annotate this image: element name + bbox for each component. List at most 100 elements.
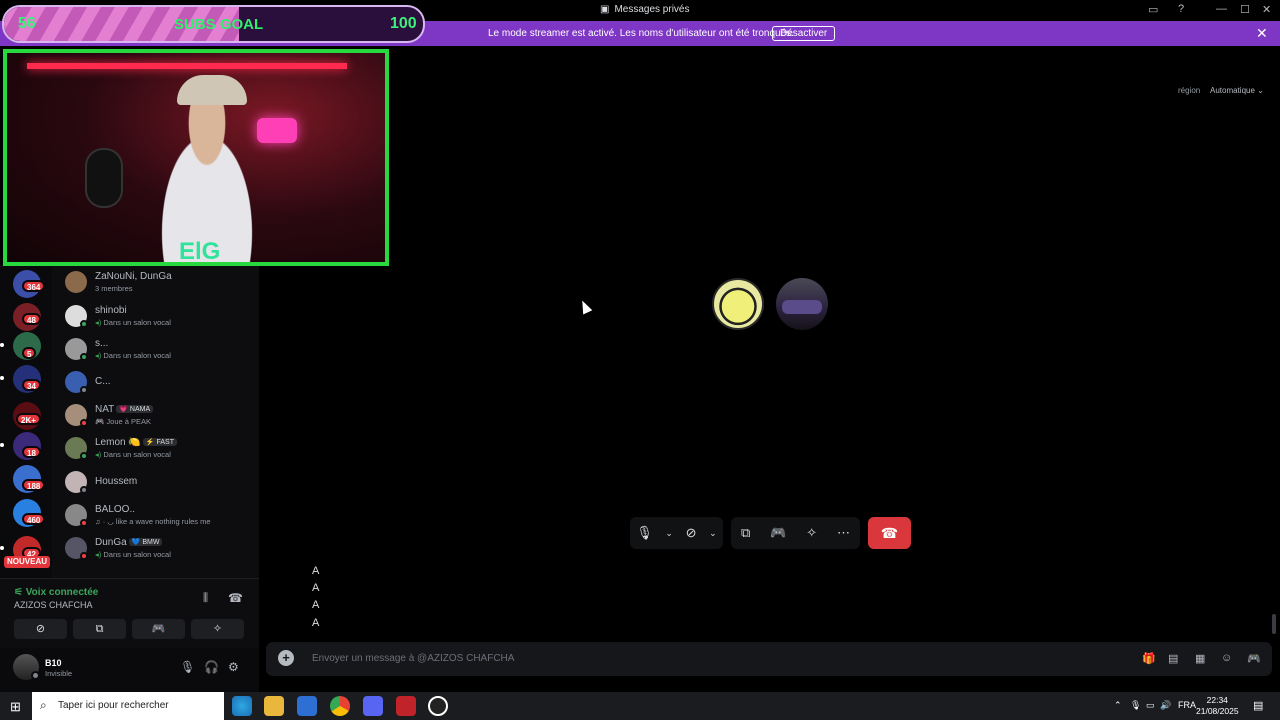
disable-streamer-button[interactable]: Désactiver (772, 26, 836, 41)
clan-tag: 💙 BMW (128, 538, 163, 546)
webcam-overlay: ElG (3, 49, 389, 266)
headphones-icon[interactable]: 🎧 (204, 660, 219, 674)
store-icon[interactable] (297, 696, 317, 716)
taskbar-search[interactable]: ⌕ Taper ici pour rechercher (32, 692, 224, 720)
unread-indicator (0, 546, 4, 550)
tray-chevron-icon[interactable]: ⌃ (1114, 700, 1122, 711)
close-window-button[interactable]: ✕ (1262, 3, 1271, 16)
dm-item[interactable]: ZaNouNi, DunGa 3 membres (62, 268, 252, 300)
discord-app-icon[interactable] (363, 696, 383, 716)
obs-icon[interactable] (428, 696, 448, 716)
tray-volume-icon[interactable]: 🔊 (1160, 700, 1171, 711)
search-input[interactable]: Taper ici pour rechercher (58, 700, 169, 711)
close-banner-icon[interactable]: ✕ (1256, 25, 1268, 42)
mention-badge: 18 (22, 446, 41, 458)
add-attachment-icon[interactable]: + (278, 650, 294, 666)
noise-suppression-icon[interactable]: ⫼ (203, 592, 208, 605)
unread-indicator (0, 443, 4, 447)
status-indicator (80, 419, 88, 427)
notifications-icon[interactable]: ▤ (1253, 699, 1263, 712)
region-select[interactable]: Automatique ⌄ (1210, 86, 1264, 95)
status-indicator (80, 353, 88, 361)
gamepad-icon[interactable]: 🎮 (770, 525, 786, 541)
minimize-button[interactable]: — (1216, 3, 1227, 15)
status-indicator (80, 320, 88, 328)
status-indicator (80, 519, 88, 527)
mention-badge: 460 (22, 513, 46, 525)
message-input[interactable]: Envoyer un message à @AZIZOS CHAFCHA (312, 653, 514, 664)
inbox-icon[interactable]: ▭ (1148, 3, 1158, 16)
banner-message: Le mode streamer est activé. Les noms d'… (488, 28, 794, 39)
subs-goal-bar: 56 SUBS GOAL 100 (2, 5, 425, 43)
message-text: A (312, 565, 320, 577)
cap-shape (177, 75, 247, 105)
signal-icon: ⚟ (14, 587, 26, 598)
edge-icon[interactable] (232, 696, 252, 716)
screen-share-button[interactable]: ⧉ (73, 619, 126, 639)
user-status: Invisible (45, 669, 73, 678)
new-badge: NOUVEAU (4, 556, 51, 568)
activity-controls: ⧉ 🎮 ✧ ⋯ (731, 517, 860, 549)
scrollbar[interactable] (1272, 614, 1276, 634)
taskbar-clock[interactable]: 22:34 21/08/2025 (1196, 695, 1239, 717)
subs-goal-label: SUBS GOAL (174, 16, 264, 33)
dm-item[interactable]: Lemon 🍋 ⚡ FAST ◂) Dans un salon vocal (62, 434, 252, 466)
screen-share-icon[interactable]: ⧉ (741, 525, 750, 541)
voice-status-panel: ⚟ Voix connectée AZIZOS CHAFCHA ⫼ ☎ ⊘ ⧉ … (0, 578, 259, 648)
more-icon[interactable]: ⋯ (837, 525, 850, 541)
sticker-icon[interactable]: ▦ (1195, 652, 1205, 665)
microphone-icon[interactable]: 🎙 (636, 525, 653, 541)
username: B10 (45, 658, 62, 668)
emoji-icon[interactable]: ☺ (1221, 652, 1232, 664)
mention-badge: 48 (22, 313, 41, 325)
discord-icon: ▣ (600, 4, 610, 15)
camera-off-icon[interactable]: ⊘ (686, 525, 697, 541)
chevron-down-icon[interactable]: ⌄ (709, 528, 717, 539)
activity-button[interactable]: 🎮 (132, 619, 185, 639)
soundboard-icon[interactable]: ✧ (806, 525, 817, 541)
hang-up-button[interactable]: ☎ (868, 517, 911, 549)
user-panel: B10 Invisible 🎙 🎧 ⚙ (0, 648, 259, 692)
disconnect-icon[interactable]: ☎ (228, 591, 243, 605)
participant-avatar[interactable] (712, 278, 764, 330)
activities-icon[interactable]: 🎮 (1247, 652, 1261, 665)
camera-toggle-button[interactable]: ⊘ (14, 619, 67, 639)
dm-list: ZaNouNi, DunGa 3 membres shinobi ◂) Dans… (52, 266, 259, 578)
windows-start-icon[interactable]: ⊞ (10, 699, 21, 715)
subs-current: 56 (18, 15, 36, 32)
status-indicator (80, 386, 88, 394)
dm-item[interactable]: s... ◂) Dans un salon vocal (62, 335, 252, 367)
dm-item[interactable]: DunGa 💙 BMW ◂) Dans un salon vocal (62, 534, 252, 566)
maximize-button[interactable]: ☐ (1240, 3, 1250, 16)
unread-indicator (0, 376, 4, 380)
message-composer[interactable]: + Envoyer un message à @AZIZOS CHAFCHA 🎁… (266, 642, 1272, 676)
webcam-logo: ElG (179, 238, 221, 265)
input-language[interactable]: FRA (1178, 700, 1196, 710)
dm-item[interactable]: shinobi ◂) Dans un salon vocal (62, 302, 252, 334)
soundboard-button[interactable]: ✧ (191, 619, 244, 639)
participant-avatar[interactable] (776, 278, 828, 330)
dm-item[interactable]: C... (62, 368, 252, 400)
mention-badge: 34 (22, 379, 41, 391)
dm-item[interactable]: BALOO.. ♫ · ◡ like a wave nothing rules … (62, 501, 252, 533)
help-icon[interactable]: ? (1178, 3, 1184, 15)
voice-channel-name[interactable]: AZIZOS CHAFCHA (14, 600, 93, 610)
status-indicator (80, 452, 88, 460)
taskbar: ⊞ ⌕ Taper ici pour rechercher ⌃ 🎙 ▭ 🔊 FR… (0, 692, 1280, 720)
streaming-app-icon[interactable] (396, 696, 416, 716)
chevron-down-icon[interactable]: ⌄ (665, 528, 673, 539)
chrome-icon[interactable] (330, 696, 350, 716)
microphone-icon[interactable]: 🎙 (180, 660, 195, 674)
gift-icon[interactable]: 🎁 (1142, 652, 1156, 665)
neon-light-strip (27, 63, 347, 69)
tray-mic-icon[interactable]: 🎙 (1130, 700, 1141, 711)
file-explorer-icon[interactable] (264, 696, 284, 716)
gif-icon[interactable]: ▤ (1168, 652, 1178, 665)
clan-tag: 💗 NAMA (116, 405, 154, 413)
dm-item[interactable]: NAT 💗 NAMA 🎮 Joue à PEAK (62, 401, 252, 433)
studio-microphone (85, 148, 123, 208)
avatar (65, 271, 87, 293)
dm-item[interactable]: Houssem (62, 468, 252, 500)
tray-network-icon[interactable]: ▭ (1146, 700, 1155, 711)
settings-gear-icon[interactable]: ⚙ (228, 660, 239, 674)
